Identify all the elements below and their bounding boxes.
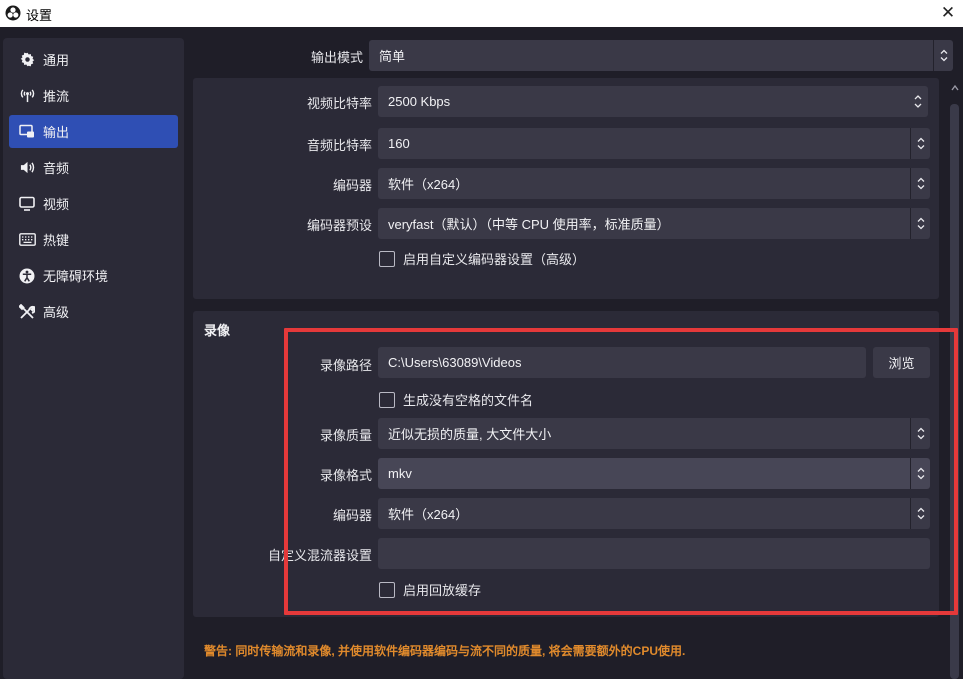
- sidebar-item-label: 推流: [43, 89, 70, 104]
- video-bitrate-label: 视频比特率: [306, 96, 372, 111]
- scrollbar-thumb[interactable]: [950, 104, 959, 679]
- recording-encoder-value: 软件（x264）: [388, 507, 469, 522]
- recording-format-select[interactable]: mkv: [378, 458, 930, 489]
- recording-quality-label: 录像质量: [319, 428, 372, 443]
- output-mode-value: 简单: [379, 49, 406, 64]
- sidebar-item-label: 无障碍环境: [43, 269, 109, 284]
- window-title: 设置: [26, 8, 53, 23]
- checkbox-box[interactable]: [379, 391, 395, 408]
- monitor-icon: [18, 195, 36, 213]
- accessibility-icon: [18, 267, 36, 285]
- sidebar-item-audio[interactable]: 音频: [9, 151, 178, 184]
- speaker-icon: [18, 159, 36, 177]
- sidebar-item-label: 输出: [43, 125, 70, 140]
- sidebar-item-label: 视频: [43, 197, 70, 212]
- replay-buffer-label: 启用回放缓存: [403, 583, 482, 598]
- recording-path-label: 录像路径: [319, 358, 372, 373]
- sidebar-item-advanced[interactable]: 高级: [9, 295, 178, 328]
- audio-bitrate-value: 160: [388, 136, 410, 151]
- audio-bitrate-select[interactable]: 160: [378, 128, 930, 159]
- chevron-updown-icon: [910, 458, 930, 489]
- sidebar-item-output[interactable]: 输出: [9, 115, 178, 148]
- tools-icon: [18, 303, 36, 321]
- replay-buffer-checkbox[interactable]: 启用回放缓存: [379, 580, 481, 599]
- keyboard-icon: [18, 231, 36, 249]
- sidebar-item-video[interactable]: 视频: [9, 187, 178, 220]
- custom-encoder-label: 启用自定义编码器设置（高级）: [403, 252, 586, 267]
- stream-encoder-value: 软件（x264）: [388, 177, 469, 192]
- recording-quality-value: 近似无损的质量, 大文件大小: [388, 427, 552, 442]
- chevron-updown-icon: [933, 40, 953, 71]
- no-space-filename-label: 生成没有空格的文件名: [403, 393, 534, 408]
- recording-encoder-label: 编码器: [332, 508, 372, 523]
- sidebar-item-general[interactable]: 通用: [9, 43, 178, 76]
- title-bar: 设置 ✕: [0, 0, 963, 27]
- output-icon: [18, 123, 36, 141]
- chevron-updown-icon: [910, 168, 930, 199]
- spin-arrows-icon[interactable]: [908, 86, 928, 117]
- sidebar-item-label: 通用: [43, 53, 70, 68]
- sidebar-item-label: 热键: [43, 233, 70, 248]
- recording-path-value: C:\Users\63089\Videos: [388, 355, 522, 370]
- chevron-updown-icon: [910, 128, 930, 159]
- sidebar-item-hotkeys[interactable]: 热键: [9, 223, 178, 256]
- recording-format-value: mkv: [388, 466, 412, 481]
- sidebar: 通用 推流 输出 音频 视频 热键 无障碍环境 高级: [3, 38, 184, 679]
- chevron-updown-icon: [910, 208, 930, 239]
- chevron-updown-icon: [910, 418, 930, 449]
- encoder-preset-value: veryfast（默认）（中等 CPU 使用率，标准质量）: [388, 217, 670, 232]
- recording-path-input[interactable]: C:\Users\63089\Videos: [378, 347, 866, 378]
- custom-muxer-input[interactable]: [378, 538, 930, 569]
- sidebar-item-accessibility[interactable]: 无障碍环境: [9, 259, 178, 292]
- output-mode-label: 输出模式: [310, 50, 363, 65]
- obs-logo-icon: [5, 5, 21, 21]
- custom-encoder-checkbox[interactable]: 启用自定义编码器设置（高级）: [379, 249, 585, 268]
- output-mode-select[interactable]: 简单: [369, 40, 953, 71]
- gear-icon: [18, 51, 36, 69]
- custom-muxer-label: 自定义混流器设置: [267, 548, 372, 563]
- video-bitrate-spinbox[interactable]: 2500 Kbps: [378, 86, 928, 117]
- sidebar-item-label: 高级: [43, 305, 70, 320]
- encoder-preset-select[interactable]: veryfast（默认）（中等 CPU 使用率，标准质量）: [378, 208, 930, 239]
- close-icon[interactable]: ✕: [937, 2, 959, 24]
- encoder-preset-label: 编码器预设: [306, 218, 372, 233]
- recording-section-title: 录像: [204, 323, 231, 338]
- antenna-icon: [18, 87, 36, 105]
- checkbox-box[interactable]: [379, 250, 395, 267]
- browse-button[interactable]: 浏览: [873, 347, 930, 378]
- sidebar-item-stream[interactable]: 推流: [9, 79, 178, 112]
- warning-text: 警告: 同时传输流和录像, 并使用软件编码器编码与流不同的质量, 将会需要额外的…: [204, 644, 686, 658]
- audio-bitrate-label: 音频比特率: [306, 138, 372, 153]
- recording-encoder-select[interactable]: 软件（x264）: [378, 498, 930, 529]
- stream-encoder-label: 编码器: [332, 178, 372, 193]
- sidebar-item-label: 音频: [43, 161, 70, 176]
- recording-format-label: 录像格式: [319, 468, 372, 483]
- stream-encoder-select[interactable]: 软件（x264）: [378, 168, 930, 199]
- scroll-up-icon[interactable]: [951, 84, 959, 92]
- chevron-updown-icon: [910, 498, 930, 529]
- recording-quality-select[interactable]: 近似无损的质量, 大文件大小: [378, 418, 930, 449]
- video-bitrate-value: 2500 Kbps: [388, 94, 451, 109]
- no-space-filename-checkbox[interactable]: 生成没有空格的文件名: [379, 390, 533, 409]
- checkbox-box[interactable]: [379, 581, 395, 598]
